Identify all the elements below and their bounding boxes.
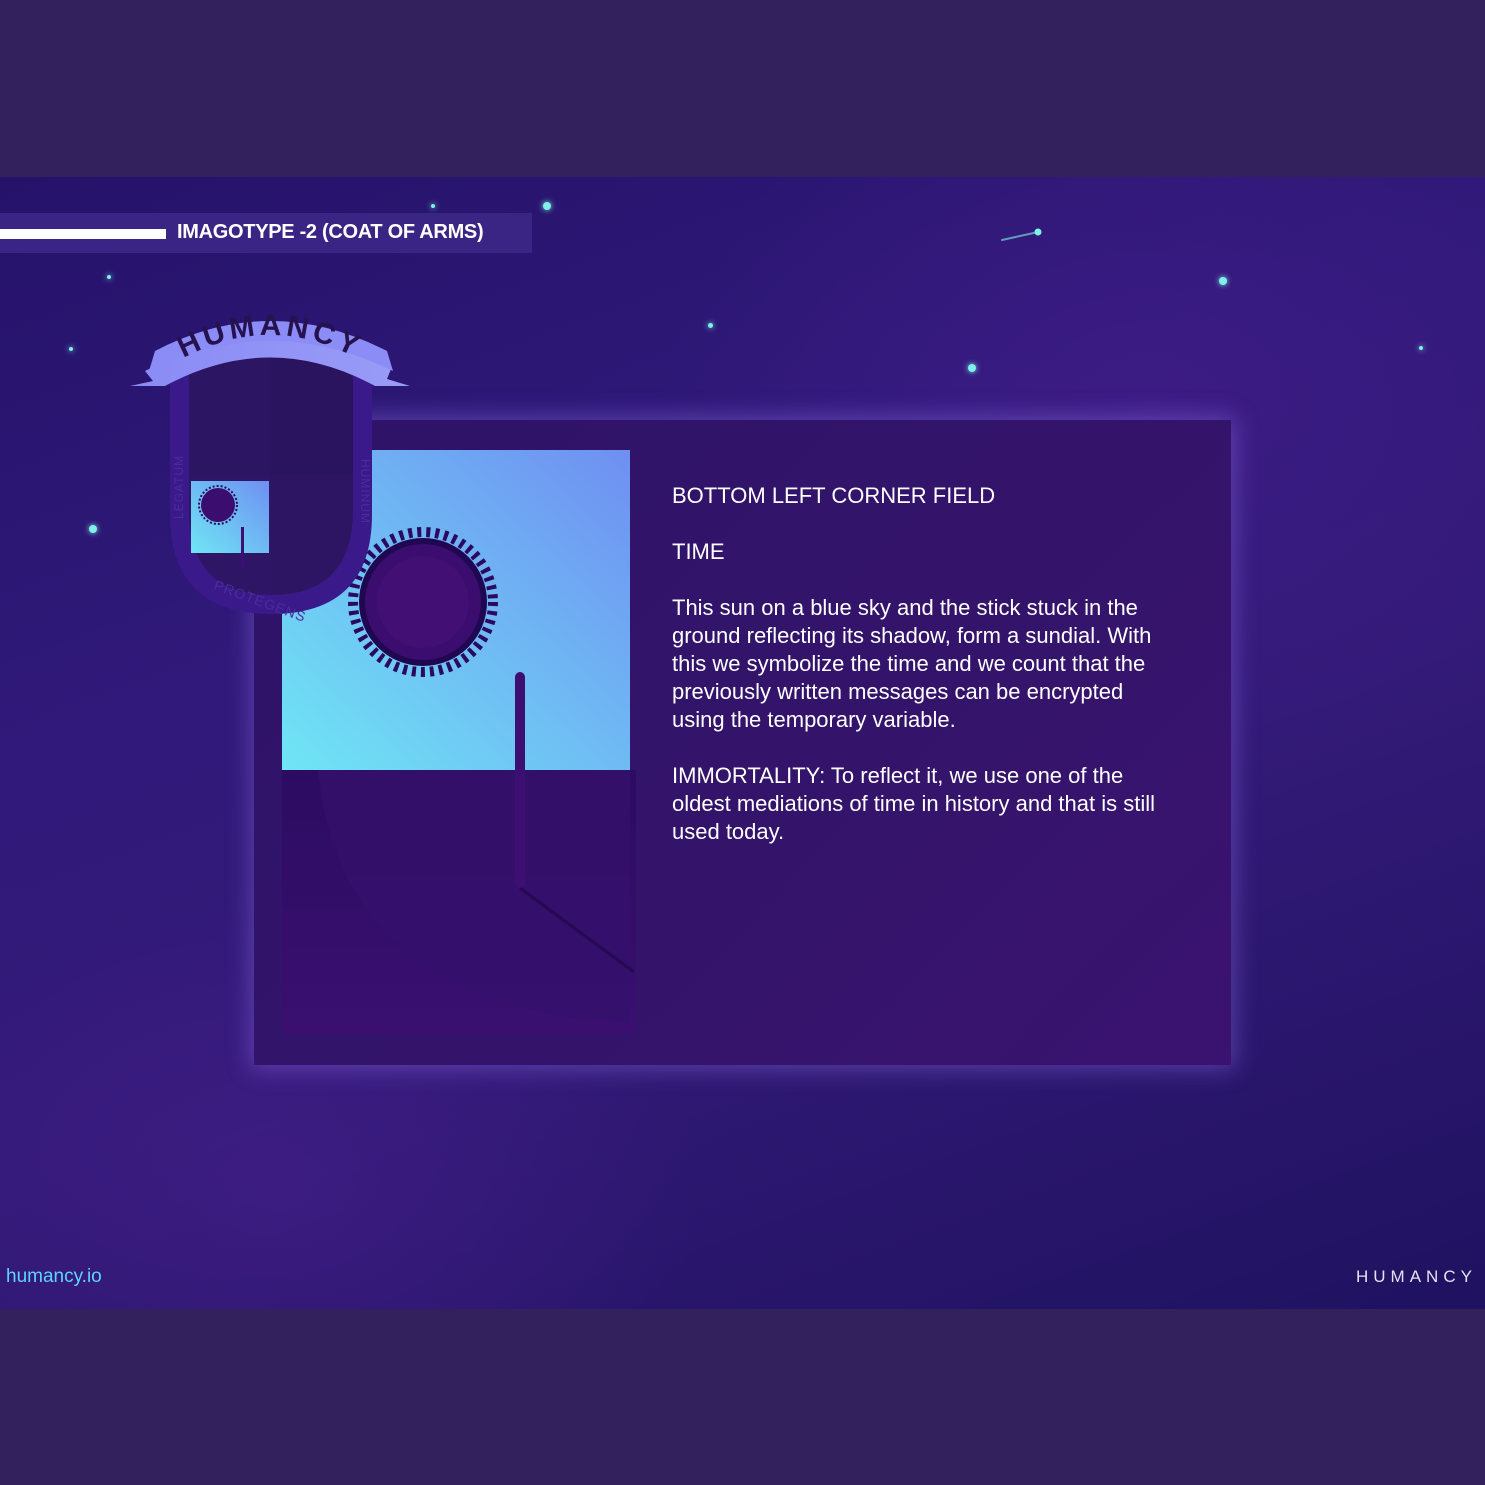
star	[431, 204, 435, 208]
card-text: BOTTOM LEFT CORNER FIELD TIME This sun o…	[672, 482, 1172, 874]
shooting-star	[1001, 228, 1042, 241]
star	[1219, 277, 1227, 285]
slide: IMAGOTYPE -2 (COAT OF ARMS) BOTTOM LEFT …	[0, 177, 1485, 1309]
crest-right-motto: HUMINUM	[358, 459, 372, 524]
star	[1419, 346, 1423, 350]
crest-left-motto: LEGATUM	[172, 455, 186, 519]
field-description: This sun on a blue sky and the stick stu…	[672, 595, 1152, 732]
brand-logo: HUMANCY	[1356, 1267, 1477, 1286]
star	[69, 347, 73, 351]
field-heading: BOTTOM LEFT CORNER FIELD	[672, 483, 996, 508]
coat-of-arms-crest: LEGATUM HUMINUM PROTEGENS HUMANCY	[130, 309, 410, 625]
website-link[interactable]: humancy.io	[6, 1266, 102, 1288]
field-subheading: TIME	[672, 539, 725, 564]
slide-title: IMAGOTYPE -2 (COAT OF ARMS)	[177, 221, 484, 243]
title-accent-line	[0, 229, 166, 239]
star	[89, 525, 97, 533]
star	[543, 202, 551, 210]
star	[107, 275, 111, 279]
star	[708, 323, 713, 328]
star	[968, 364, 976, 372]
immortality-text: IMMORTALITY: To reflect it, we use one o…	[672, 763, 1156, 844]
